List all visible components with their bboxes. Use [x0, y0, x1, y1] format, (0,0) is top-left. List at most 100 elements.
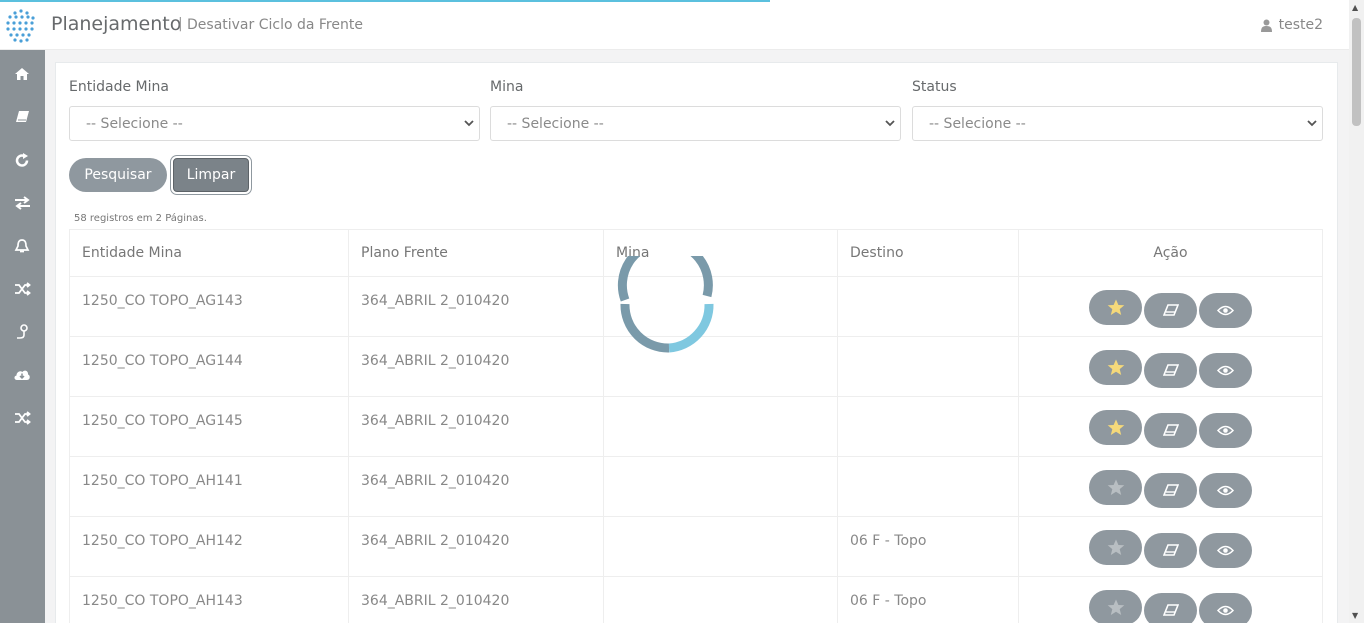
eye-icon [1217, 425, 1234, 436]
cell-entidade: 1250_CO TOPO_AH143 [69, 576, 349, 623]
page-scrollbar[interactable]: ▲ ▼ [1349, 0, 1364, 623]
table-row: 1250_CO TOPO_AH143 364_ABRIL 2_010420 06 F… [69, 576, 1323, 623]
sidebar-item-refresh[interactable] [12, 150, 32, 170]
scroll-thumb[interactable] [1352, 18, 1361, 126]
status-select[interactable]: -- Selecione -- [912, 106, 1323, 141]
book-icon [15, 111, 29, 122]
random-icon [14, 411, 31, 425]
favorite-button[interactable] [1089, 530, 1142, 565]
title-separator: | [178, 16, 183, 32]
cell-actions [1018, 456, 1323, 517]
cell-destino [837, 456, 1019, 517]
view-button[interactable] [1199, 473, 1252, 508]
mina-select[interactable]: -- Selecione -- [490, 106, 901, 141]
column-header-destino[interactable]: Destino [837, 229, 1019, 277]
cell-actions [1018, 516, 1323, 577]
status-select-value: -- Selecione -- [929, 116, 1026, 132]
cell-plano: 364_ABRIL 2_010420 [348, 276, 604, 337]
sidebar-item-random-1[interactable] [12, 279, 32, 299]
sidebar-item-book[interactable] [12, 107, 32, 127]
deactivate-button[interactable] [1144, 352, 1197, 388]
cell-mina [603, 516, 838, 577]
clear-button[interactable]: Limpar [173, 158, 249, 192]
view-button[interactable] [1199, 533, 1252, 568]
cell-entidade: 1250_CO TOPO_AG143 [69, 276, 349, 337]
star-icon [1107, 539, 1124, 555]
cell-entidade: 1250_CO TOPO_AH142 [69, 516, 349, 577]
cell-plano: 364_ABRIL 2_010420 [348, 456, 604, 517]
route-icon [17, 324, 28, 339]
view-button[interactable] [1199, 413, 1252, 448]
deactivate-button[interactable] [1144, 472, 1197, 508]
cell-entidade: 1250_CO TOPO_AG145 [69, 396, 349, 457]
view-button[interactable] [1199, 593, 1252, 623]
cell-destino [837, 336, 1019, 397]
view-button[interactable] [1199, 293, 1252, 328]
favorite-button[interactable] [1089, 350, 1142, 385]
cell-actions [1018, 276, 1323, 337]
sidebar-item-home[interactable] [12, 64, 32, 84]
cell-mina [603, 576, 838, 623]
star-icon [1107, 479, 1124, 495]
star-icon [1107, 419, 1124, 435]
entidade-mina-label: Entidade Mina [69, 79, 169, 95]
page-subtitle: Desativar Ciclo da Frente [187, 17, 363, 33]
sidebar-item-alerts[interactable] [12, 236, 32, 256]
cell-destino: 06 F - Topo [837, 576, 1019, 623]
favorite-button[interactable] [1089, 470, 1142, 505]
view-button[interactable] [1199, 353, 1252, 388]
sidebar-item-exchange[interactable] [12, 193, 32, 213]
user-name: teste2 [1278, 17, 1323, 33]
sidebar [0, 50, 45, 623]
scroll-up-arrow[interactable]: ▲ [1352, 3, 1358, 12]
cell-mina [603, 396, 838, 457]
sidebar-item-download[interactable] [12, 365, 32, 385]
logo-icon [6, 9, 35, 43]
chevron-down-icon [1307, 120, 1317, 127]
deactivate-button[interactable] [1144, 592, 1197, 623]
home-icon [15, 68, 29, 80]
user-icon [1260, 19, 1272, 32]
column-header-plano[interactable]: Plano Frente [348, 229, 604, 277]
cell-destino [837, 276, 1019, 337]
sidebar-item-random-2[interactable] [12, 408, 32, 428]
sidebar-item-route[interactable] [12, 322, 32, 342]
cell-destino [837, 396, 1019, 457]
cloud-download-icon [14, 370, 30, 380]
eraser-icon [1162, 604, 1179, 616]
cell-plano: 364_ABRIL 2_010420 [348, 336, 604, 397]
random-icon [14, 282, 31, 296]
app-title: Planejamento [51, 13, 182, 35]
deactivate-button[interactable] [1144, 412, 1197, 448]
records-info: 58 registros em 2 Páginas. [74, 213, 207, 224]
star-icon [1107, 599, 1124, 615]
cell-plano: 364_ABRIL 2_010420 [348, 516, 604, 577]
entidade-mina-select[interactable]: -- Selecione -- [69, 106, 480, 141]
eye-icon [1217, 305, 1234, 316]
cell-actions [1018, 336, 1323, 397]
table-row: 1250_CO TOPO_AG145 364_ABRIL 2_010420 [69, 396, 1323, 457]
cell-actions [1018, 396, 1323, 457]
favorite-button[interactable] [1089, 290, 1142, 325]
column-header-acao: Ação [1018, 229, 1323, 277]
column-header-entidade[interactable]: Entidade Mina [69, 229, 349, 277]
eraser-icon [1162, 484, 1179, 496]
deactivate-button[interactable] [1144, 532, 1197, 568]
eraser-icon [1162, 544, 1179, 556]
search-button[interactable]: Pesquisar [69, 158, 167, 192]
deactivate-button[interactable] [1144, 292, 1197, 328]
favorite-button[interactable] [1089, 410, 1142, 445]
cell-entidade: 1250_CO TOPO_AG144 [69, 336, 349, 397]
exchange-icon [14, 196, 30, 210]
eye-icon [1217, 605, 1234, 616]
scroll-down-arrow[interactable]: ▼ [1352, 611, 1358, 620]
favorite-button[interactable] [1089, 590, 1142, 623]
star-icon [1107, 299, 1124, 315]
eye-icon [1217, 545, 1234, 556]
chevron-down-icon [464, 120, 474, 127]
cell-plano: 364_ABRIL 2_010420 [348, 396, 604, 457]
user-menu[interactable]: teste2 [1260, 17, 1323, 33]
bell-icon [14, 238, 30, 252]
eraser-icon [1162, 304, 1179, 316]
table-row: 1250_CO TOPO_AH142 364_ABRIL 2_010420 06 F… [69, 516, 1323, 577]
